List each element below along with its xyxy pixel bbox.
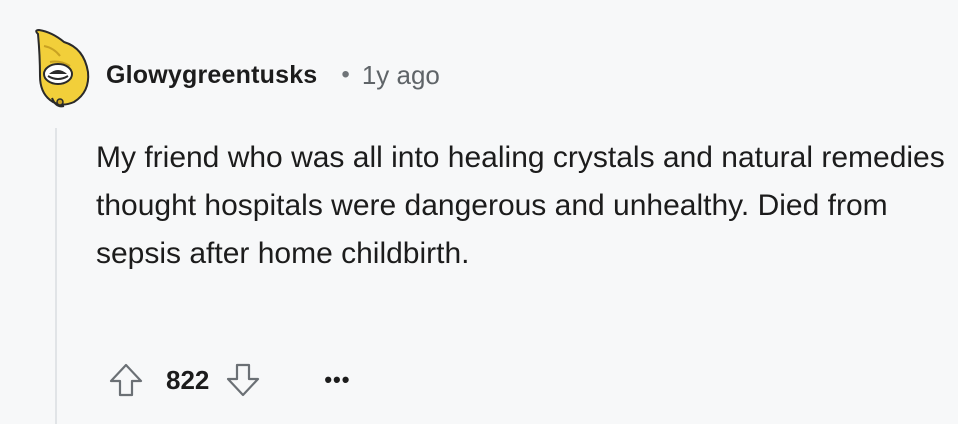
snoo-avatar-icon (35, 28, 90, 108)
user-avatar[interactable] (30, 26, 96, 110)
username-link[interactable]: Glowygreentusks (106, 61, 317, 90)
arrow-down-icon (227, 363, 260, 397)
separator-dot: • (341, 61, 350, 88)
comment-actions: 822 ••• (104, 358, 359, 402)
thread-line[interactable] (55, 128, 57, 424)
upvote-button[interactable] (104, 358, 148, 402)
comment-header: Glowygreentusks • 1y ago (106, 57, 440, 93)
downvote-button[interactable] (221, 358, 265, 402)
overflow-menu-icon[interactable]: ••• (315, 358, 359, 402)
comment-body: My friend who was all into healing cryst… (96, 141, 945, 270)
timestamp[interactable]: 1y ago (362, 60, 440, 91)
vote-score: 822 (166, 364, 210, 395)
comment: Glowygreentusks • 1y ago My friend who w… (0, 0, 958, 424)
arrow-up-icon (109, 363, 143, 397)
